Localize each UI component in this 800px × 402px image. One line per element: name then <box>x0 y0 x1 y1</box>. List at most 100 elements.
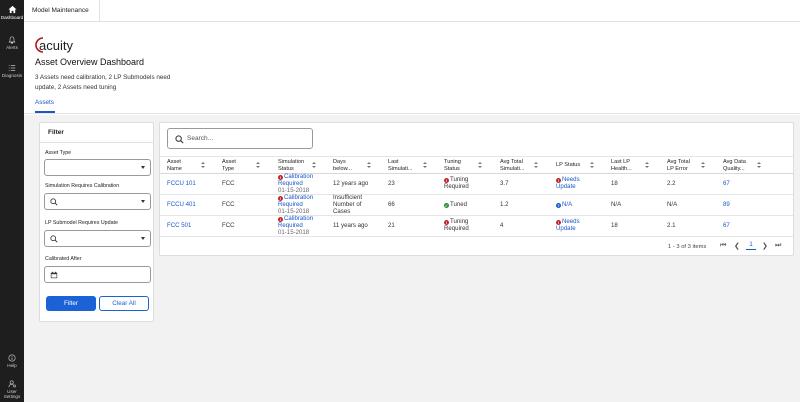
sort-icon[interactable] <box>590 162 594 169</box>
days-below-cell: Insufficient Number of Cases <box>333 194 363 215</box>
simulation-status-cell: ! Calibration Required 01-15-2018 <box>278 215 314 236</box>
tuning-status-cell: ! Tuning Required <box>444 176 469 190</box>
logo-text: acuity <box>39 38 73 53</box>
last-page-icon[interactable]: ⏭ <box>775 242 781 250</box>
asset-name-link[interactable]: FCCU 401 <box>167 201 196 209</box>
search-input[interactable]: Search... <box>167 128 313 149</box>
chevron-down-icon <box>141 166 145 169</box>
asset-type-cell: FCC <box>222 201 235 208</box>
alert-icon: ! <box>278 216 283 222</box>
table-row: FCC 501 FCC ! Calibration Required 01-15-… <box>160 215 793 237</box>
days-below-cell: 12 years ago <box>333 180 369 187</box>
next-page-icon[interactable]: ❯ <box>762 242 768 250</box>
col-avg-data-quality[interactable]: Avg Data Quality... <box>723 159 746 172</box>
col-last-simulation[interactable]: Last Simulati... <box>388 159 413 172</box>
filter-button[interactable]: Filter <box>46 296 96 311</box>
prev-page-icon[interactable]: ❮ <box>734 242 740 250</box>
col-simulation-status[interactable]: Simulation Status <box>278 159 304 172</box>
avg-lp-error-cell: 2.1 <box>667 222 676 229</box>
filter-panel: Filter Asset Type Simulation Requires Ca… <box>39 122 154 322</box>
col-avg-total-lp-error[interactable]: Avg Total LP Error <box>667 159 690 172</box>
tuning-status-cell: ✓ Tuned <box>444 201 468 208</box>
alert-icon: ! <box>278 174 283 180</box>
page-number-current[interactable]: 1 <box>746 242 756 250</box>
nav-help-label: Help <box>7 363 17 368</box>
acuity-logo: acuity <box>34 35 94 53</box>
search-placeholder: Search... <box>187 135 214 142</box>
calibrated-after-label: Calibrated After <box>45 256 82 262</box>
col-tuning-status[interactable]: Tuning Status <box>444 159 461 172</box>
user-gear-icon <box>8 380 16 388</box>
table-row: FCCU 401 FCC ! Calibration Required 01-15… <box>160 194 793 216</box>
asset-summary: 3 Assets need calibration, 2 LP Submodel… <box>35 74 171 91</box>
avg-lp-error-cell: 2.2 <box>667 180 676 187</box>
last-lp-health-cell: 18 <box>611 180 618 187</box>
nav-alerts[interactable]: Alerts <box>0 36 24 50</box>
question-icon: ? <box>556 202 561 208</box>
asset-type-cell: FCC <box>222 180 235 187</box>
data-quality-link[interactable]: 89 <box>723 201 730 209</box>
sort-icon[interactable] <box>201 162 205 169</box>
col-asset-type[interactable]: Asset Type <box>222 159 236 172</box>
lp-update-select[interactable] <box>44 230 151 247</box>
sim-calibration-select[interactable] <box>44 193 151 210</box>
tab-assets[interactable]: Assets <box>35 99 54 106</box>
sort-icon[interactable] <box>757 162 761 169</box>
simulation-status-cell: ! Calibration Required 01-15-2018 <box>278 173 314 194</box>
nav-user-label-2: Settings <box>3 394 21 399</box>
asset-name-link[interactable]: FCCU 101 <box>167 180 196 188</box>
col-days-below[interactable]: Days below... <box>333 159 352 172</box>
sort-icon[interactable] <box>367 162 371 169</box>
sort-icon[interactable] <box>534 162 538 169</box>
data-quality-link[interactable]: 67 <box>723 222 730 230</box>
nav-dashboard[interactable]: Dashboard <box>0 5 24 20</box>
list-icon <box>8 65 16 71</box>
clear-all-button[interactable]: Clear All <box>99 296 149 311</box>
asset-name-link[interactable]: FCC 501 <box>167 222 191 230</box>
asset-type-select[interactable] <box>44 159 151 176</box>
alert-icon: ! <box>278 195 283 201</box>
calibration-link[interactable]: Calibration <box>284 173 313 180</box>
sort-icon[interactable] <box>478 162 482 169</box>
sort-icon[interactable] <box>423 162 427 169</box>
chevron-down-icon <box>141 237 145 240</box>
tuning-status-cell: ! Tuning Required <box>444 218 469 232</box>
data-quality-link[interactable]: 67 <box>723 180 730 188</box>
bell-icon <box>8 36 16 44</box>
pager: 1 - 3 of 3 items ⏮ ❮ 1 ❯ ⏭ <box>160 236 793 256</box>
sort-icon[interactable] <box>701 162 705 169</box>
sim-calibration-label: Simulation Requires Calibration <box>45 183 120 189</box>
col-avg-total-simulation[interactable]: Avg Total Simulati... <box>500 159 525 172</box>
sort-icon[interactable] <box>312 162 316 169</box>
sort-icon[interactable] <box>256 162 260 169</box>
asset-type-label: Asset Type <box>45 150 72 156</box>
last-lp-health-cell: 18 <box>611 222 618 229</box>
col-lp-status[interactable]: LP Status <box>556 162 580 169</box>
col-last-lp-health[interactable]: Last LP Health... <box>611 159 632 172</box>
nav-diagnosis[interactable]: Diagnosis <box>0 64 24 78</box>
alert-icon: ! <box>556 219 561 225</box>
sort-icon[interactable] <box>645 162 649 169</box>
nav-rail: Dashboard Alerts Diagnosis Help User Set… <box>0 0 24 402</box>
nav-dashboard-label: Dashboard <box>0 15 24 20</box>
calibration-link[interactable]: Calibration <box>284 215 313 222</box>
days-below-cell: 11 years ago <box>333 222 368 229</box>
calibration-link[interactable]: Calibration <box>284 194 313 201</box>
first-page-icon[interactable]: ⏮ <box>720 242 726 250</box>
col-asset-name[interactable]: Asset Name <box>167 159 182 172</box>
alert-icon: ! <box>444 177 449 183</box>
tab-model-maintenance[interactable]: Model Maintenance <box>24 0 100 22</box>
tab-active-indicator <box>35 111 55 113</box>
last-lp-health-cell: N/A <box>611 201 622 208</box>
table-row: FCCU 101 FCC ! Calibration Required 01-15… <box>160 173 793 195</box>
filter-title: Filter <box>48 129 64 136</box>
avg-total-sim-cell: 3.7 <box>500 180 509 187</box>
calibrated-after-date[interactable] <box>44 266 151 283</box>
check-icon: ✓ <box>444 202 449 208</box>
search-icon <box>50 235 58 243</box>
asset-type-cell: FCC <box>222 222 235 229</box>
nav-help[interactable]: Help <box>0 354 24 368</box>
nav-user-settings[interactable]: User Settings <box>0 380 24 399</box>
alert-icon: ! <box>556 177 561 183</box>
table-header: Asset Name Asset Type Simulation Status Day… <box>160 156 793 174</box>
